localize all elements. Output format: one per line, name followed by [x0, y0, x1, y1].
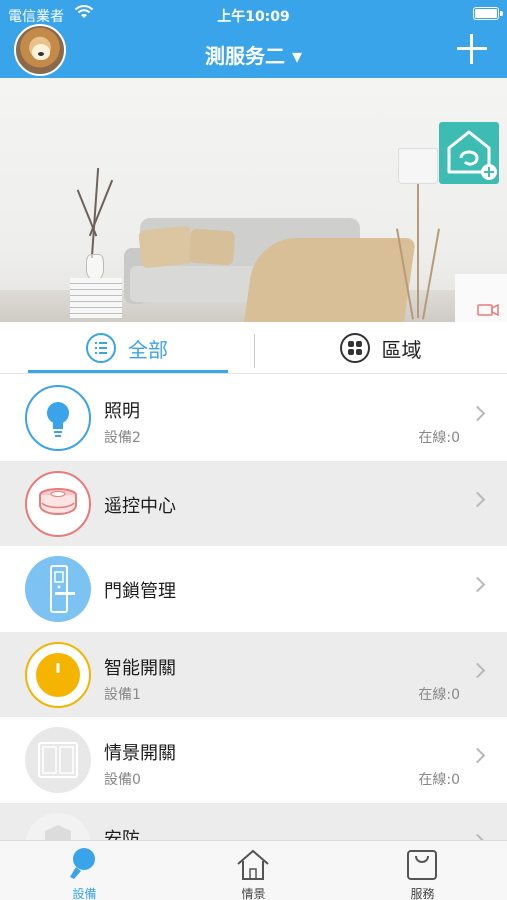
add-home-button[interactable]	[439, 122, 499, 184]
list-icon	[86, 333, 116, 363]
list-item-door-lock[interactable]: 門鎖管理	[0, 546, 507, 632]
list-item-remote-center[interactable]: 遥控中心	[0, 460, 507, 547]
scene-switch-icon	[25, 727, 91, 794]
door-lock-icon	[25, 556, 91, 623]
banner-books	[70, 278, 122, 318]
tab-devices-label: 設備	[72, 887, 97, 900]
chevron-right-icon	[469, 405, 486, 422]
category-name: 智能開關	[104, 657, 176, 679]
device-count: 設備0	[104, 772, 141, 789]
category-name: 照明	[104, 401, 140, 422]
tab-scenes[interactable]: 情景	[169, 841, 338, 900]
remote-hub-icon	[25, 470, 91, 537]
power-switch-icon	[25, 641, 91, 708]
banner-pillow	[138, 225, 194, 269]
active-tab-indicator	[28, 370, 228, 373]
grid-icon	[339, 333, 370, 363]
clock: 上午10:09	[217, 9, 290, 25]
chevron-right-icon	[469, 748, 486, 764]
tab-area[interactable]: 區域	[254, 322, 507, 374]
banner-pillow	[188, 228, 236, 266]
status-bar: 電信業者 上午10:09	[0, 0, 507, 30]
service-switcher[interactable]: 測服务二 ▾	[0, 40, 507, 69]
banner-vase	[86, 254, 104, 280]
device-count: 設備2	[104, 430, 141, 446]
tab-scenes-label: 情景	[241, 887, 266, 900]
list-item-lighting[interactable]: 照明 設備2 在線:0	[0, 375, 507, 461]
online-count: 在線:0	[418, 772, 460, 789]
chevron-right-icon	[469, 662, 486, 679]
banner-lamp	[398, 148, 438, 184]
online-count: 在線:0	[418, 430, 460, 446]
tab-area-label: 區域	[381, 337, 422, 362]
add-icon[interactable]	[457, 34, 487, 64]
banner-lamp-pole	[417, 184, 419, 318]
camera-icon[interactable]	[477, 304, 499, 316]
battery-icon	[473, 7, 503, 20]
device-category-list: 照明 設備2 在線:0 遥控中心 門鎖管理 智能開關 設備1 在線:0 情景開關…	[0, 375, 507, 889]
top-navbar: 測服务二 ▾	[0, 24, 507, 78]
shopping-bag-icon	[407, 850, 437, 880]
category-name: 門鎖管理	[104, 581, 176, 603]
home-add-icon	[447, 130, 497, 180]
home-icon	[237, 849, 269, 880]
online-count: 在線:0	[418, 686, 460, 703]
list-item-scene-switch[interactable]: 情景開關 設備0 在線:0	[0, 717, 507, 803]
list-item-smart-switch[interactable]: 智能開關 設備1 在線:0	[0, 631, 507, 718]
tab-all-label: 全部	[128, 337, 168, 362]
tab-devices[interactable]: 設備	[0, 841, 169, 900]
lightbulb-icon	[25, 385, 91, 451]
tab-services[interactable]: 服務	[338, 841, 507, 900]
tab-services-label: 服務	[410, 887, 435, 900]
tab-all[interactable]: 全部	[0, 322, 254, 374]
chevron-right-icon	[469, 491, 486, 507]
category-tabs: 全部 區域	[0, 322, 507, 374]
banner-blanket	[244, 238, 416, 322]
device-count: 設備1	[104, 686, 141, 703]
lightbulb-icon	[70, 848, 95, 879]
bottom-tab-bar: 設備 情景 服務	[0, 840, 507, 900]
category-name: 遥控中心	[104, 495, 176, 517]
category-name: 情景開關	[104, 743, 176, 765]
home-banner-image	[0, 78, 507, 322]
chevron-right-icon	[469, 576, 486, 593]
